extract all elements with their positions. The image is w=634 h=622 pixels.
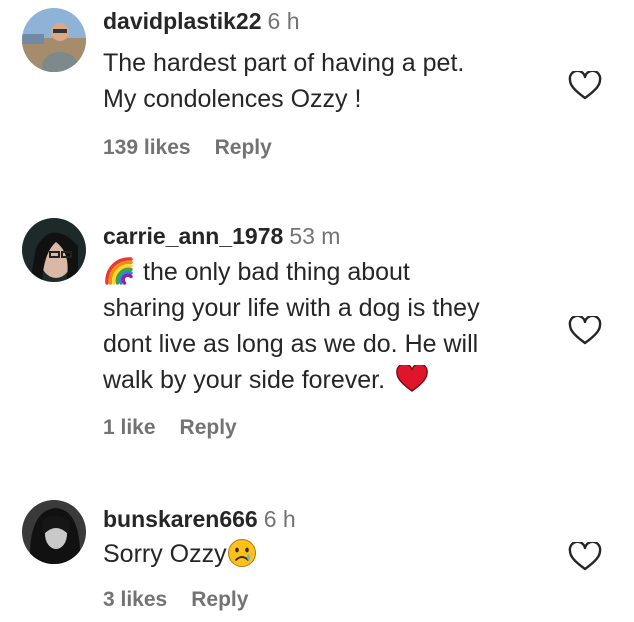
heart-outline-icon[interactable] xyxy=(568,542,602,572)
comment-time[interactable]: 53 m xyxy=(289,223,340,249)
comment-text-line-with-emoji: Sorry Ozzy xyxy=(103,536,563,572)
reply-button[interactable]: Reply xyxy=(215,136,272,159)
heart-outline-icon[interactable] xyxy=(568,316,602,346)
comment-actions: 1 like Reply xyxy=(103,416,563,440)
comment-text-line: the only bad thing about xyxy=(143,258,410,286)
comment-time[interactable]: 6 h xyxy=(268,8,300,34)
heart-outline-icon[interactable] xyxy=(568,71,602,101)
comment-header: davidplastik22 6 h xyxy=(103,6,563,36)
comment-text-line: Sorry Ozzy xyxy=(103,540,227,568)
comment-text-line-with-emoji: the only bad thing about xyxy=(103,254,563,290)
comment-actions: 139 likes Reply xyxy=(103,136,563,160)
comment-username[interactable]: davidplastik22 xyxy=(103,8,262,34)
reply-button[interactable]: Reply xyxy=(180,416,237,439)
comment-body: carrie_ann_1978 53 m the only bad thing a… xyxy=(103,221,563,440)
likes-count[interactable]: 3 likes xyxy=(103,588,167,611)
comment-text-line: sharing your life with a dog is they xyxy=(103,294,480,322)
avatar[interactable] xyxy=(22,500,86,564)
crying-face-emoji xyxy=(227,538,256,567)
comment-text-line-with-emoji: walk by your side forever. xyxy=(103,362,563,398)
likes-count[interactable]: 1 like xyxy=(103,416,156,439)
avatar[interactable] xyxy=(22,8,86,72)
comment-body: davidplastik22 6 h The hardest part of ha… xyxy=(103,6,563,160)
comment-actions: 3 likes Reply xyxy=(103,588,563,612)
red-heart-emoji xyxy=(396,365,428,393)
comment-text-line: My condolences Ozzy ! xyxy=(103,85,362,113)
comment-time[interactable]: 6 h xyxy=(264,506,296,532)
comment-username[interactable]: bunskaren666 xyxy=(103,506,258,532)
comment-text-line: walk by your side forever. xyxy=(103,366,386,394)
comment-text-line: The hardest part of having a pet. xyxy=(103,49,465,77)
comment-text: The hardest part of having a pet. My con… xyxy=(103,45,563,117)
reply-button[interactable]: Reply xyxy=(191,588,248,611)
comment-header: bunskaren666 6 h xyxy=(103,504,563,534)
comment-text: the only bad thing about sharing your li… xyxy=(103,254,563,398)
likes-count[interactable]: 139 likes xyxy=(103,136,191,159)
comment-text-line: dont live as long as we do. He will xyxy=(103,330,479,358)
avatar[interactable] xyxy=(22,218,86,282)
comment-text: Sorry Ozzy xyxy=(103,536,563,572)
comment-header: carrie_ann_1978 53 m xyxy=(103,221,563,251)
comment-body: bunskaren666 6 h Sorry Ozzy 3 likes Reply xyxy=(103,504,563,612)
rainbow-emoji xyxy=(105,257,133,286)
comment-username[interactable]: carrie_ann_1978 xyxy=(103,223,283,249)
